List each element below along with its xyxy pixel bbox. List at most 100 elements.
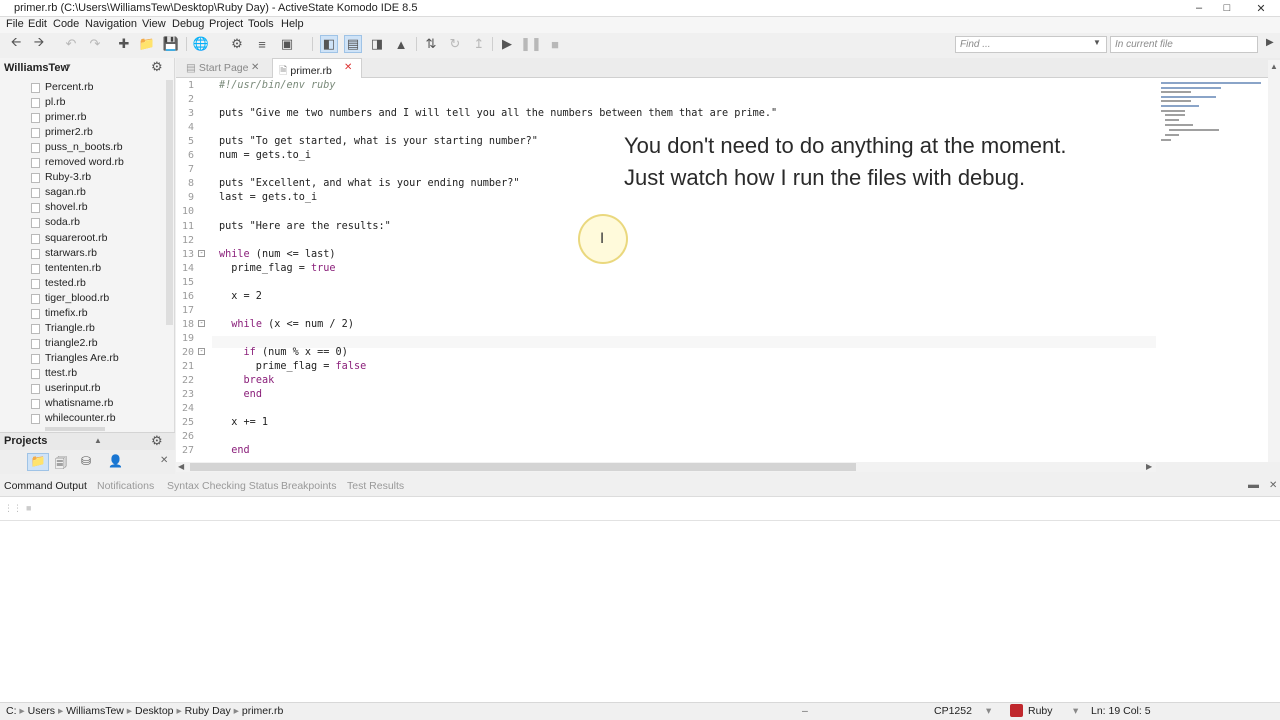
file-item[interactable]: Ruby-3.rb (45, 171, 91, 183)
code-line[interactable]: x += 1 (219, 417, 268, 428)
left-pane-toggle-icon[interactable]: ◧ (320, 35, 338, 53)
tab-start-page[interactable]: ▤ Start Page (180, 58, 254, 78)
code-line[interactable]: #!/usr/bin/env ruby (219, 80, 336, 91)
breadcrumb-item[interactable]: C: (6, 705, 17, 717)
output-stop-icon[interactable]: ■ (26, 503, 31, 513)
close-tab-icon[interactable]: ✕ (344, 62, 352, 73)
menu-tools[interactable]: Tools (248, 18, 274, 30)
tab-breakpoints[interactable]: Breakpoints (281, 480, 336, 492)
breadcrumb-item[interactable]: WilliamsTew (66, 705, 124, 717)
breadcrumb-item[interactable]: Desktop (135, 705, 174, 717)
places-folder-icon[interactable]: 📁 (27, 453, 49, 471)
undo-icon[interactable]: ↶ (62, 35, 80, 53)
tab-command-output[interactable]: Command Output (4, 480, 87, 492)
code-line[interactable]: puts "Excellent, and what is your ending… (219, 178, 520, 189)
scroll-up-icon[interactable]: ▲ (1270, 62, 1278, 71)
code-line[interactable]: puts "Give me two numbers and I will tel… (219, 108, 777, 119)
open-folder-icon[interactable]: 📁 (138, 35, 156, 53)
places-scrollbar[interactable] (166, 80, 173, 325)
code-line[interactable]: x = 2 (219, 291, 262, 302)
close-pane-icon[interactable]: ✕ (160, 455, 168, 466)
breadcrumb-item[interactable]: primer.rb (242, 705, 283, 717)
file-item[interactable]: puss_n_boots.rb (45, 141, 123, 153)
file-item-partial[interactable] (45, 427, 105, 431)
file-item[interactable]: starwars.rb (45, 247, 97, 259)
editor-vertical-scrollbar[interactable] (1268, 60, 1280, 462)
file-item[interactable]: Triangles Are.rb (45, 352, 119, 364)
close-tab-icon[interactable]: ✕ (251, 62, 259, 73)
places-title[interactable]: WilliamsTew (4, 62, 69, 74)
step-in-icon[interactable]: ⇅ (422, 35, 440, 53)
scroll-right-icon[interactable]: ▶ (1146, 462, 1152, 471)
bottom-pane-toggle-icon[interactable]: ▤ (344, 35, 362, 53)
find-dropdown-icon[interactable]: ▼ (1093, 38, 1101, 47)
tab-syntax-checking-status[interactable]: Syntax Checking Status (167, 480, 278, 492)
file-item[interactable]: squareroot.rb (45, 232, 107, 244)
fold-marker[interactable]: - (198, 250, 205, 257)
code-line[interactable]: puts "To get started, what is your start… (219, 136, 538, 147)
code-line[interactable]: prime_flag = true (219, 263, 335, 274)
file-item[interactable]: pl.rb (45, 96, 65, 108)
breadcrumb-item[interactable]: Ruby Day (185, 705, 231, 717)
code-line[interactable]: break (219, 375, 275, 386)
menu-edit[interactable]: Edit (28, 18, 47, 30)
step-out-icon[interactable]: ↥ (470, 35, 488, 53)
stop-icon[interactable]: ■ (546, 35, 564, 53)
scroll-left-icon[interactable]: ◀ (178, 462, 184, 471)
encoding-status[interactable]: CP1252 (934, 705, 972, 717)
toolbar-overflow-icon[interactable]: ▶ (1266, 37, 1274, 48)
fold-marker[interactable]: - (198, 348, 205, 355)
file-item[interactable]: whatisname.rb (45, 397, 113, 409)
menu-project[interactable]: Project (209, 18, 243, 30)
fold-marker[interactable]: - (198, 320, 205, 327)
file-item[interactable]: tententen.rb (45, 262, 101, 274)
menu-help[interactable]: Help (281, 18, 304, 30)
find-scope-input[interactable]: In current file (1110, 36, 1258, 53)
minimize-button[interactable]: – (1188, 0, 1210, 16)
file-item[interactable]: Percent.rb (45, 81, 93, 93)
collaboration-icon[interactable]: 👤 (108, 454, 123, 468)
file-item[interactable]: primer2.rb (45, 126, 93, 138)
file-item[interactable]: triangle2.rb (45, 337, 98, 349)
database-icon[interactable]: ⛁ (81, 454, 91, 468)
command-output-area[interactable] (0, 497, 1280, 702)
pane-menu-icon[interactable]: ▬ (1248, 479, 1259, 491)
language-status[interactable]: Ruby (1028, 705, 1053, 717)
language-dropdown-icon[interactable]: ▾ (1073, 705, 1078, 717)
browser-preview-icon[interactable]: 🌐 (192, 35, 210, 53)
close-bottom-pane-icon[interactable]: ✕ (1269, 480, 1277, 491)
code-line[interactable]: num = gets.to_i (219, 150, 311, 161)
image-icon[interactable]: ▣ (278, 35, 296, 53)
maximize-button[interactable]: □ (1216, 0, 1238, 16)
tab-notifications[interactable]: Notifications (97, 480, 154, 492)
file-item[interactable]: primer.rb (45, 111, 86, 123)
projects-collapse-icon[interactable]: ▲ (94, 436, 102, 445)
menu-navigation[interactable]: Navigation (85, 18, 137, 30)
format-icon[interactable]: ≡ (253, 35, 271, 53)
file-item[interactable]: shovel.rb (45, 201, 88, 213)
file-item[interactable]: Triangle.rb (45, 322, 95, 334)
breadcrumb[interactable]: C: ▸ Users ▸ WilliamsTew ▸ Desktop ▸ Rub… (6, 705, 283, 717)
tab-test-results[interactable]: Test Results (347, 480, 404, 492)
forward-icon[interactable]: 🡪 (30, 34, 48, 53)
projects-title[interactable]: Projects (4, 435, 47, 447)
code-line[interactable]: prime_flag = false (219, 361, 366, 372)
menu-code[interactable]: Code (53, 18, 79, 30)
file-item[interactable]: sagan.rb (45, 186, 86, 198)
code-line[interactable]: while (num <= last) (219, 249, 336, 260)
menu-debug[interactable]: Debug (172, 18, 204, 30)
file-item[interactable]: removed word.rb (45, 156, 124, 168)
close-window-button[interactable]: ✕ (1246, 0, 1276, 16)
code-browser-icon[interactable]: 🗐 (55, 454, 67, 475)
find-input[interactable]: Find ... (955, 36, 1107, 53)
file-item[interactable]: ttest.rb (45, 367, 77, 379)
file-item[interactable]: soda.rb (45, 216, 80, 228)
code-line[interactable]: end (219, 389, 262, 400)
toolbox-icon[interactable]: ⚙ (228, 35, 246, 53)
step-over-icon[interactable]: ↻ (446, 35, 464, 53)
minimap[interactable] (1157, 78, 1267, 148)
file-item[interactable]: timefix.rb (45, 307, 88, 319)
places-dropdown-icon[interactable]: ▾ (66, 61, 71, 72)
code-line[interactable]: puts "Here are the results:" (219, 221, 391, 232)
code-line[interactable]: last = gets.to_i (219, 192, 317, 203)
